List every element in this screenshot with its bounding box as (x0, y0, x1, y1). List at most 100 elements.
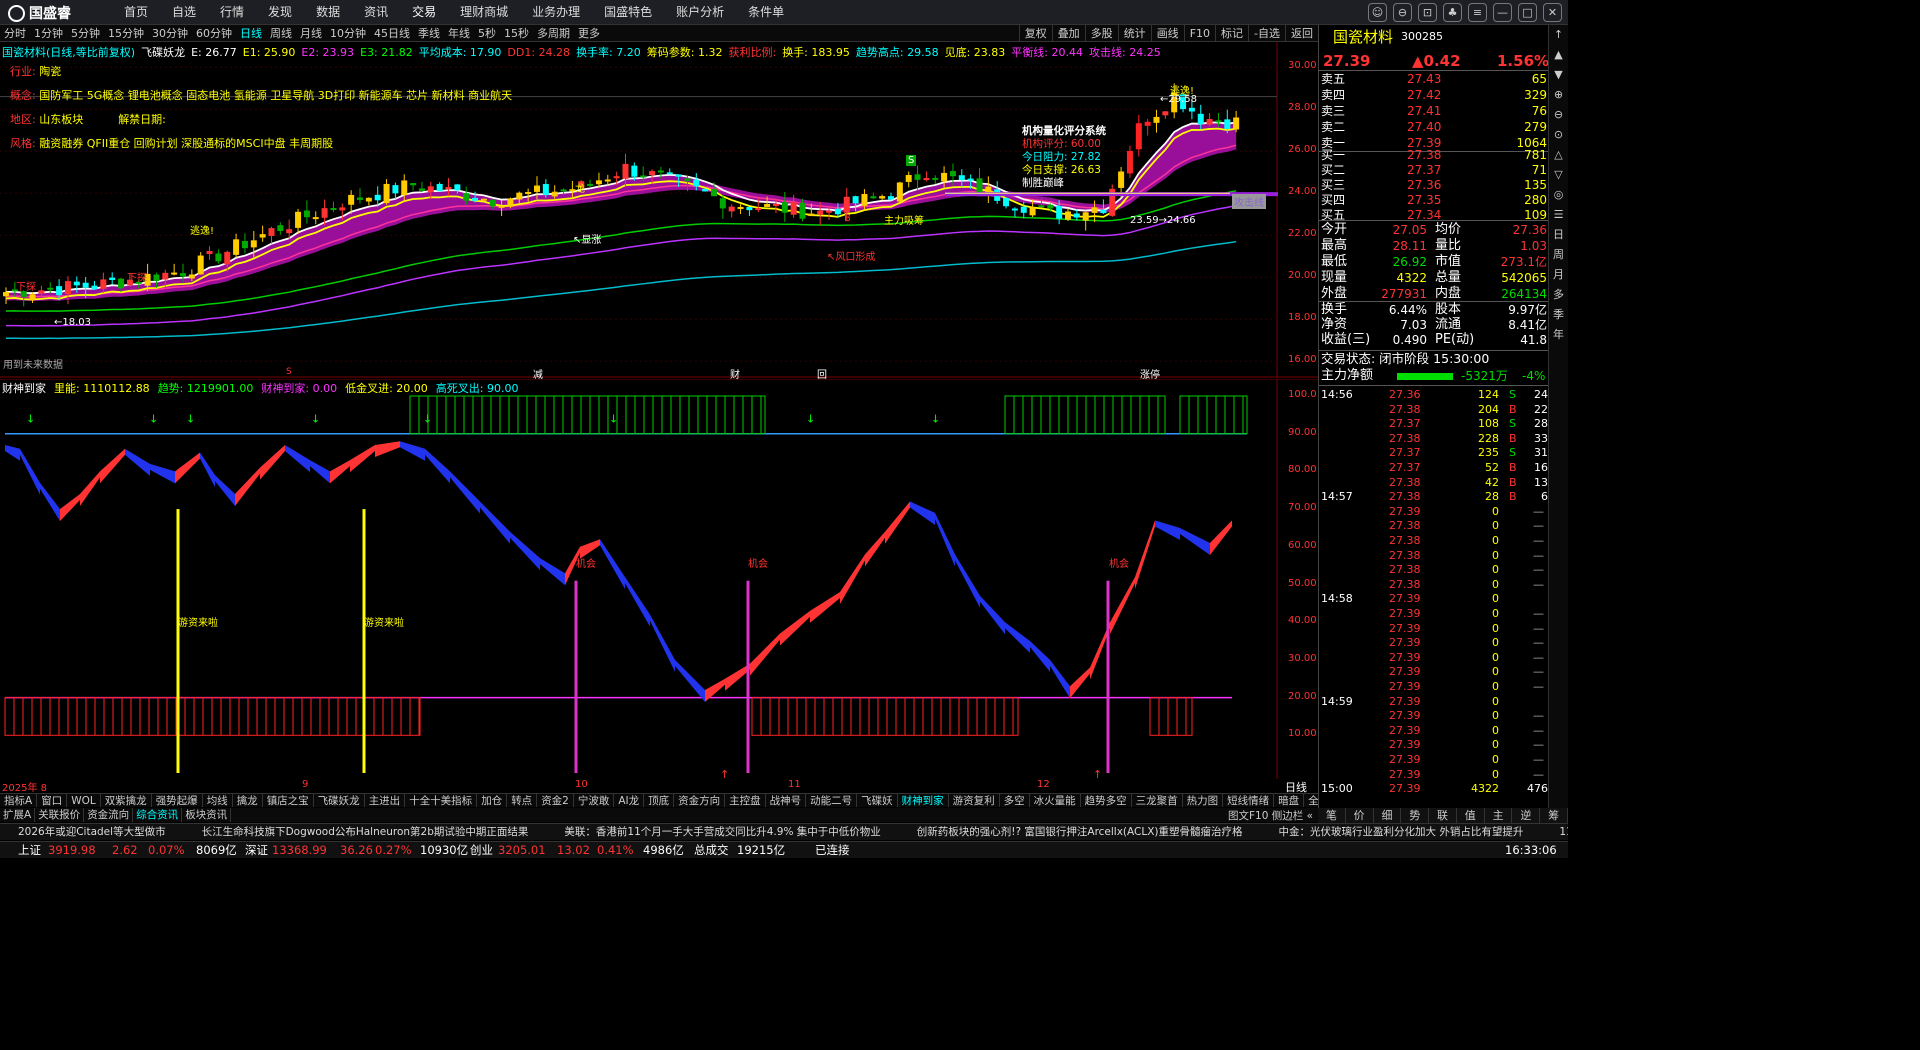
side-tab-3[interactable]: 势 (1401, 808, 1430, 823)
minimize-icon[interactable]: — (1493, 3, 1512, 22)
ind-tab-18[interactable]: 主控盘 (725, 794, 766, 807)
menu-4[interactable]: 数据 (304, 0, 352, 25)
menu-10[interactable]: 账户分析 (664, 0, 736, 25)
menu-3[interactable]: 发现 (256, 0, 304, 25)
ind-tab-19[interactable]: 战神号 (766, 794, 807, 807)
tool-5[interactable]: F10 (1183, 25, 1215, 42)
menu-1[interactable]: 自选 (160, 0, 208, 25)
period-tab-15[interactable]: 多周期 (533, 25, 574, 41)
period-tab-13[interactable]: 5秒 (474, 25, 500, 41)
ind-tab-23[interactable]: 游资复利 (949, 794, 1000, 807)
tool-7[interactable]: -自选 (1248, 25, 1285, 42)
info-tab-0[interactable]: 扩展A (0, 808, 36, 822)
period-tab-7[interactable]: 周线 (266, 25, 296, 41)
strip-btn-10[interactable]: 日 (1549, 225, 1568, 245)
strip-btn-13[interactable]: 多 (1549, 285, 1568, 305)
menu-8[interactable]: 业务办理 (520, 0, 592, 25)
tool-1[interactable]: 叠加 (1051, 25, 1085, 42)
ind-tab-30[interactable]: 暗盘 (1274, 794, 1305, 807)
ind-tab-24[interactable]: 多空 (1000, 794, 1030, 807)
period-tab-0[interactable]: 分时 (0, 25, 30, 41)
side-tab-1[interactable]: 价 (1346, 808, 1374, 823)
strip-btn-3[interactable]: ⊕ (1549, 85, 1568, 105)
strip-btn-5[interactable]: ⊙ (1549, 125, 1568, 145)
side-panel-toggle[interactable]: 图文F10 侧边栏 « (1228, 808, 1313, 823)
side-tab-0[interactable]: 笔 (1318, 808, 1346, 823)
period-tab-5[interactable]: 60分钟 (192, 25, 236, 41)
ind-tab-13[interactable]: 资金2 (537, 794, 574, 807)
indicator-chart[interactable]: ↓ ↓ ↓ ↓ ↓ ↓ ↓ ↓ ↑ ↑ (0, 379, 1318, 779)
ind-tab-10[interactable]: 十全十美指标 (405, 794, 478, 807)
menu-6[interactable]: 交易 (400, 0, 448, 25)
ind-tab-25[interactable]: 冰火量能 (1030, 794, 1081, 807)
settings-icon[interactable]: ≡ (1468, 3, 1487, 22)
period-tab-10[interactable]: 45日线 (370, 25, 414, 41)
period-tab-11[interactable]: 季线 (414, 25, 444, 41)
strip-btn-15[interactable]: 年 (1549, 325, 1568, 345)
menu-0[interactable]: 首页 (112, 0, 160, 25)
info-tab-4[interactable]: 板块资讯 (182, 808, 232, 822)
strip-btn-9[interactable]: ☰ (1549, 205, 1568, 225)
strip-btn-6[interactable]: △ (1549, 145, 1568, 165)
skin-icon[interactable]: ♣ (1443, 3, 1462, 22)
minus-icon[interactable]: ⊖ (1393, 3, 1412, 22)
ind-tab-28[interactable]: 热力图 (1183, 794, 1224, 807)
period-tab-6[interactable]: 日线 (236, 25, 266, 41)
menu-9[interactable]: 国盛特色 (592, 0, 664, 25)
news-item-5[interactable]: 11月中国企业信用指数为162.66 (1541, 824, 1568, 840)
ind-tab-4[interactable]: 强势起爆 (152, 794, 203, 807)
side-tab-2[interactable]: 细 (1374, 808, 1402, 823)
ind-tab-1[interactable]: 窗口 (37, 794, 68, 807)
ind-tab-2[interactable]: WOL (67, 794, 101, 807)
period-tab-2[interactable]: 5分钟 (67, 25, 104, 41)
period-tab-1[interactable]: 1分钟 (30, 25, 67, 41)
info-tab-1[interactable]: 关联报价 (35, 808, 85, 822)
ind-tab-16[interactable]: 顶底 (644, 794, 675, 807)
strip-btn-12[interactable]: 月 (1549, 265, 1568, 285)
maximize-icon[interactable]: □ (1518, 3, 1537, 22)
ind-tab-12[interactable]: 转点 (507, 794, 538, 807)
period-tab-14[interactable]: 15秒 (500, 25, 533, 41)
chat-icon[interactable]: ☺ (1368, 3, 1387, 22)
tool-3[interactable]: 统计 (1117, 25, 1151, 42)
menu-2[interactable]: 行情 (208, 0, 256, 25)
strip-btn-4[interactable]: ⊖ (1549, 105, 1568, 125)
news-item-4[interactable]: 中金：光伏玻璃行业盈利分化加大 外销占比有望提升 (1261, 824, 1542, 840)
news-item-2[interactable]: 美联：香港前11个月一手大手营成交同比升4.9% 集中于中低价物业 (546, 824, 898, 840)
ind-tab-15[interactable]: AI龙 (614, 794, 645, 807)
period-tab-4[interactable]: 30分钟 (148, 25, 192, 41)
strip-btn-1[interactable]: ▲ (1549, 45, 1568, 65)
strip-btn-0[interactable]: ↑ (1549, 25, 1568, 45)
ind-tab-27[interactable]: 三龙聚首 (1132, 794, 1183, 807)
strip-btn-8[interactable]: ◎ (1549, 185, 1568, 205)
period-tab-9[interactable]: 10分钟 (326, 25, 370, 41)
restore-icon[interactable]: ⊡ (1418, 3, 1437, 22)
period-tab-3[interactable]: 15分钟 (104, 25, 148, 41)
menu-7[interactable]: 理财商城 (448, 0, 520, 25)
tool-2[interactable]: 多股 (1084, 25, 1118, 42)
strip-btn-14[interactable]: 季 (1549, 305, 1568, 325)
menu-5[interactable]: 资讯 (352, 0, 400, 25)
ind-tab-26[interactable]: 趋势多空 (1081, 794, 1132, 807)
tool-0[interactable]: 复权 (1018, 25, 1052, 42)
news-item-3[interactable]: 创新药板块的强心剂!? 富国银行押注Arcellx(ACLX)重塑骨髓瘤治疗格 (899, 824, 1261, 840)
strip-btn-11[interactable]: 周 (1549, 245, 1568, 265)
ind-tab-29[interactable]: 短线情绪 (1223, 794, 1275, 807)
menu-11[interactable]: 条件单 (736, 0, 796, 25)
close-icon[interactable]: ✕ (1543, 3, 1562, 22)
ind-tab-0[interactable]: 指标A (0, 794, 38, 807)
ind-tab-11[interactable]: 加仓 (477, 794, 508, 807)
ind-tab-7[interactable]: 镇店之宝 (263, 794, 314, 807)
ind-tab-5[interactable]: 均线 (203, 794, 233, 807)
side-tab-6[interactable]: 主 (1485, 808, 1513, 823)
info-tab-2[interactable]: 资金流向 (84, 808, 134, 822)
ind-tab-6[interactable]: 擒龙 (233, 794, 263, 807)
ind-tab-14[interactable]: 宁波敢 (574, 794, 615, 807)
side-tab-5[interactable]: 值 (1457, 808, 1485, 823)
ind-tab-8[interactable]: 飞碟妖龙 (314, 794, 365, 807)
period-tab-16[interactable]: 更多 (574, 25, 604, 41)
ind-tab-20[interactable]: 动能二号 (806, 794, 858, 807)
side-tab-7[interactable]: 逆 (1512, 808, 1541, 823)
side-tab-8[interactable]: 筹 (1540, 808, 1569, 823)
news-item-1[interactable]: 长江生命科技旗下Dogwood公布Halneuron第2b期试验中期正面结果 (184, 824, 547, 840)
